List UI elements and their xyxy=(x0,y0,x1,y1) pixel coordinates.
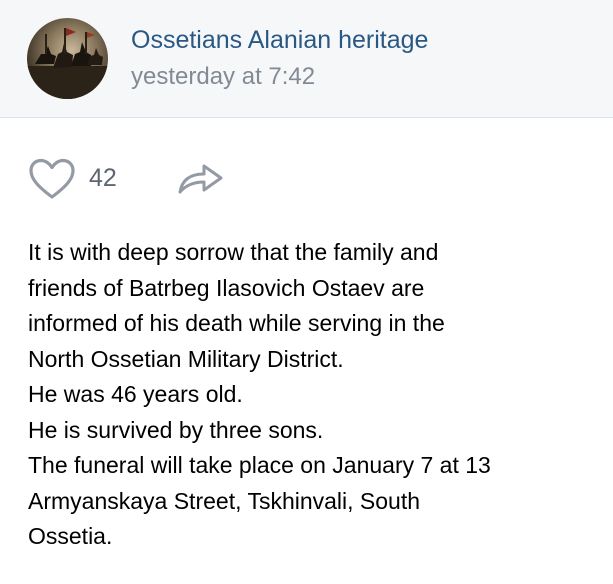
post-text-line: Armyanskaya Street, Tskhinvali, South xyxy=(28,487,421,514)
post-text-line: Ossetia. xyxy=(28,523,113,549)
post-text-line: friends of Batrbeg Ilasovich Ostaev are xyxy=(28,274,425,301)
heart-outline-icon xyxy=(29,158,75,199)
post-actions: 42 xyxy=(28,156,248,200)
like-count: 42 xyxy=(89,164,117,192)
post-body: It is with deep sorrow that the family a… xyxy=(28,235,598,555)
share-button[interactable] xyxy=(176,158,226,198)
post-text-line: North Ossetian Military District. xyxy=(28,345,344,372)
post-text-line: The funeral will take place on January 7… xyxy=(28,452,491,478)
avatar-image xyxy=(27,28,108,99)
group-avatar[interactable] xyxy=(27,18,108,99)
post-text-line: It is with deep sorrow that the family a… xyxy=(28,239,439,265)
like-button[interactable]: 42 xyxy=(28,156,138,200)
post-text-line: informed of his death while serving in t… xyxy=(28,310,445,336)
group-name-link[interactable]: Ossetians Alanian heritage xyxy=(131,26,428,55)
post-text-line: He is survived by three sons. xyxy=(28,416,324,443)
post-text-line: He was 46 years old. xyxy=(28,381,243,407)
post-timestamp[interactable]: yesterday at 7:42 xyxy=(131,63,315,91)
post-header: Ossetians Alanian heritage yesterday at … xyxy=(0,0,613,118)
share-arrow-icon xyxy=(178,164,223,194)
